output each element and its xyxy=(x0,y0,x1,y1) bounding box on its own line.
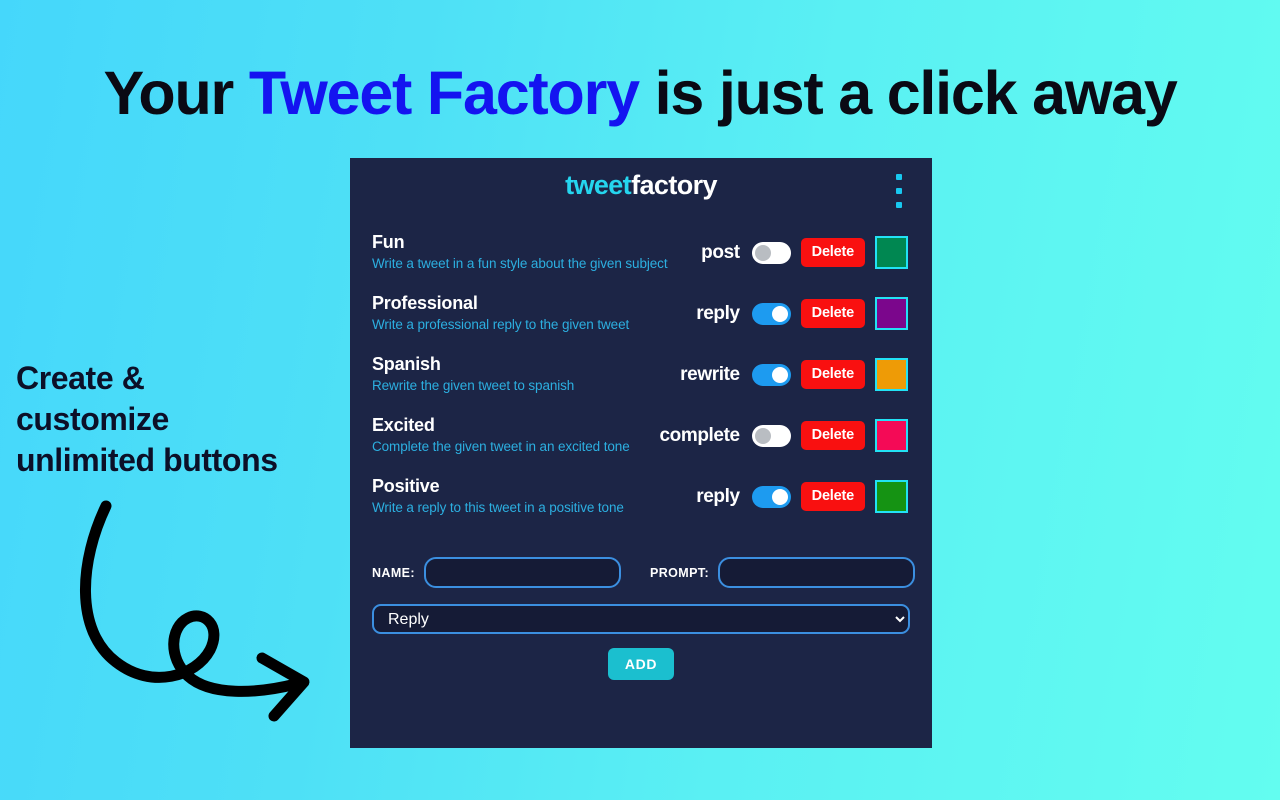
color-swatch[interactable] xyxy=(875,297,908,330)
row-title: Spanish xyxy=(372,354,441,374)
delete-button[interactable]: Delete xyxy=(800,360,865,389)
row-mode-label: rewrite xyxy=(680,363,740,385)
kebab-dot-1 xyxy=(896,174,902,180)
brand-text-factory: factory xyxy=(631,170,717,200)
color-swatch[interactable] xyxy=(875,480,908,513)
kebab-dot-2 xyxy=(896,188,902,194)
headline-accent: Tweet Factory xyxy=(248,59,640,127)
row-mode-label: reply xyxy=(696,302,740,324)
page-headline: Your Tweet Factory is just a click away xyxy=(0,58,1280,128)
prompt-input[interactable] xyxy=(718,557,916,588)
left-caption-line-2: customize xyxy=(16,400,169,437)
row-mode-label: post xyxy=(701,241,740,263)
row-mode-label: complete xyxy=(659,424,740,446)
row-toggle[interactable] xyxy=(751,363,791,386)
app-brand-logo: tweetfactory xyxy=(350,170,932,201)
prompt-label: PROMPT: xyxy=(649,565,710,580)
delete-button[interactable]: Delete xyxy=(800,482,865,511)
tweetfactory-app-panel: tweetfactory Fun Write a tweet in a fun s… xyxy=(350,158,932,748)
delete-button[interactable]: Delete xyxy=(800,421,865,450)
color-swatch[interactable] xyxy=(875,358,908,391)
toggle-knob xyxy=(754,244,771,261)
row-description: Write a reply to this tweet in a positiv… xyxy=(372,499,624,515)
row-toggle[interactable] xyxy=(751,241,791,264)
row-toggle[interactable] xyxy=(751,485,791,508)
brand-text-tweet: tweet xyxy=(565,170,632,200)
row-description: Write a tweet in a fun style about the g… xyxy=(372,255,668,271)
name-label: NAME: xyxy=(372,565,415,580)
panel-header: tweetfactory xyxy=(350,158,932,216)
row-description: Rewrite the given tweet to spanish xyxy=(372,377,575,393)
row-title: Professional xyxy=(372,293,478,313)
left-caption: Create & customize unlimited buttons xyxy=(16,358,346,481)
headline-prefix: Your xyxy=(103,59,249,127)
add-button-form: NAME: PROMPT: ReplyPostRewriteComplete A… xyxy=(350,535,932,680)
delete-button[interactable]: Delete xyxy=(800,299,865,328)
button-row: Excited Complete the given tweet in an ex… xyxy=(350,413,932,474)
button-row: Fun Write a tweet in a fun style about th… xyxy=(350,230,932,291)
row-controls: reply Delete xyxy=(696,480,908,513)
delete-button[interactable]: Delete xyxy=(800,238,865,267)
toggle-knob xyxy=(771,305,788,322)
name-input[interactable] xyxy=(423,557,621,588)
row-title: Fun xyxy=(372,232,405,252)
kebab-menu-icon[interactable] xyxy=(890,174,908,208)
row-toggle[interactable] xyxy=(751,424,791,447)
left-caption-line-1: Create & xyxy=(16,360,145,396)
row-title: Positive xyxy=(372,476,440,496)
form-field-row: NAME: PROMPT: xyxy=(372,557,916,588)
row-controls: complete Delete xyxy=(659,419,908,452)
row-toggle[interactable] xyxy=(751,302,791,325)
headline-suffix: is just a click away xyxy=(638,59,1178,127)
toggle-knob xyxy=(771,366,788,383)
action-type-select[interactable]: ReplyPostRewriteComplete xyxy=(372,604,910,634)
row-text: Fun Write a tweet in a fun style about th… xyxy=(372,230,692,273)
row-controls: rewrite Delete xyxy=(680,358,908,391)
row-text: Spanish Rewrite the given tweet to spanis… xyxy=(372,352,692,395)
left-caption-line-3: unlimited buttons xyxy=(16,441,278,478)
button-row: Professional Write a professional reply t… xyxy=(350,291,932,352)
curved-arrow-icon xyxy=(80,500,310,722)
row-text: Professional Write a professional reply t… xyxy=(372,291,692,334)
row-controls: post Delete xyxy=(701,236,908,269)
kebab-dot-3 xyxy=(896,202,902,208)
button-list: Fun Write a tweet in a fun style about th… xyxy=(350,216,932,535)
color-swatch[interactable] xyxy=(875,419,908,452)
row-controls: reply Delete xyxy=(696,297,908,330)
row-mode-label: reply xyxy=(696,485,740,507)
row-description: Complete the given tweet in an excited t… xyxy=(372,438,630,454)
add-button-wrap: ADD xyxy=(372,648,910,680)
toggle-knob xyxy=(771,488,788,505)
row-text: Positive Write a reply to this tweet in a… xyxy=(372,474,692,517)
button-row: Positive Write a reply to this tweet in a… xyxy=(350,474,932,535)
color-swatch[interactable] xyxy=(875,236,908,269)
button-row: Spanish Rewrite the given tweet to spanis… xyxy=(350,352,932,413)
add-button[interactable]: ADD xyxy=(607,648,675,680)
row-title: Excited xyxy=(372,415,435,435)
row-text: Excited Complete the given tweet in an ex… xyxy=(372,413,692,456)
row-description: Write a professional reply to the given … xyxy=(372,316,630,332)
toggle-knob xyxy=(754,427,771,444)
